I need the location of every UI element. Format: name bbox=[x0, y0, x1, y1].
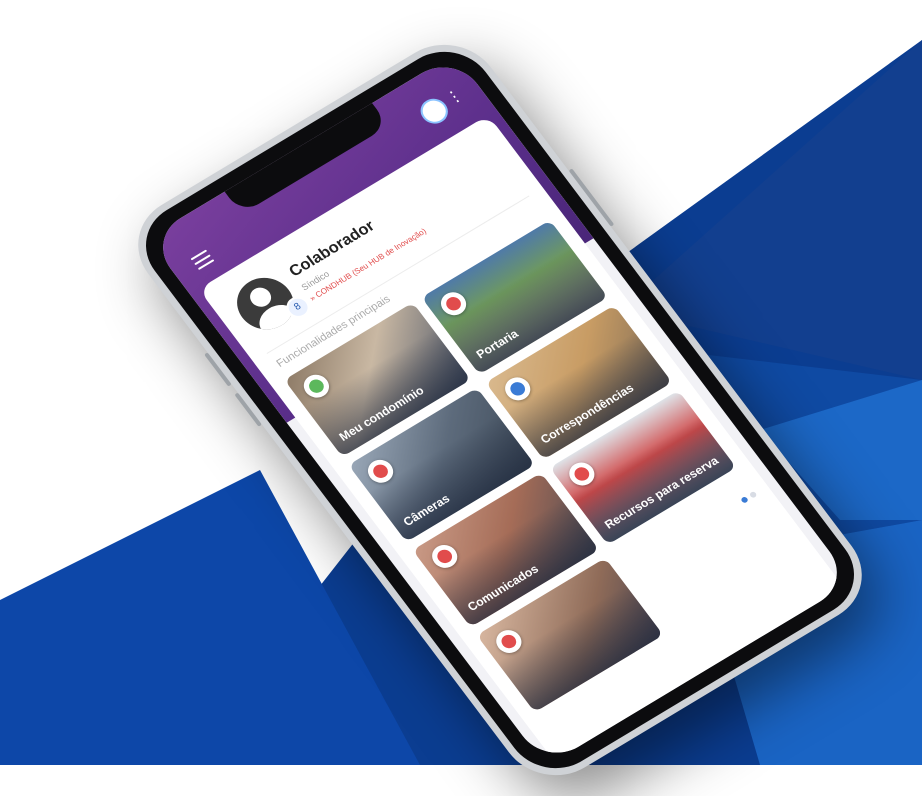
page-dot-active[interactable] bbox=[740, 495, 749, 504]
page-dot[interactable] bbox=[748, 490, 758, 499]
